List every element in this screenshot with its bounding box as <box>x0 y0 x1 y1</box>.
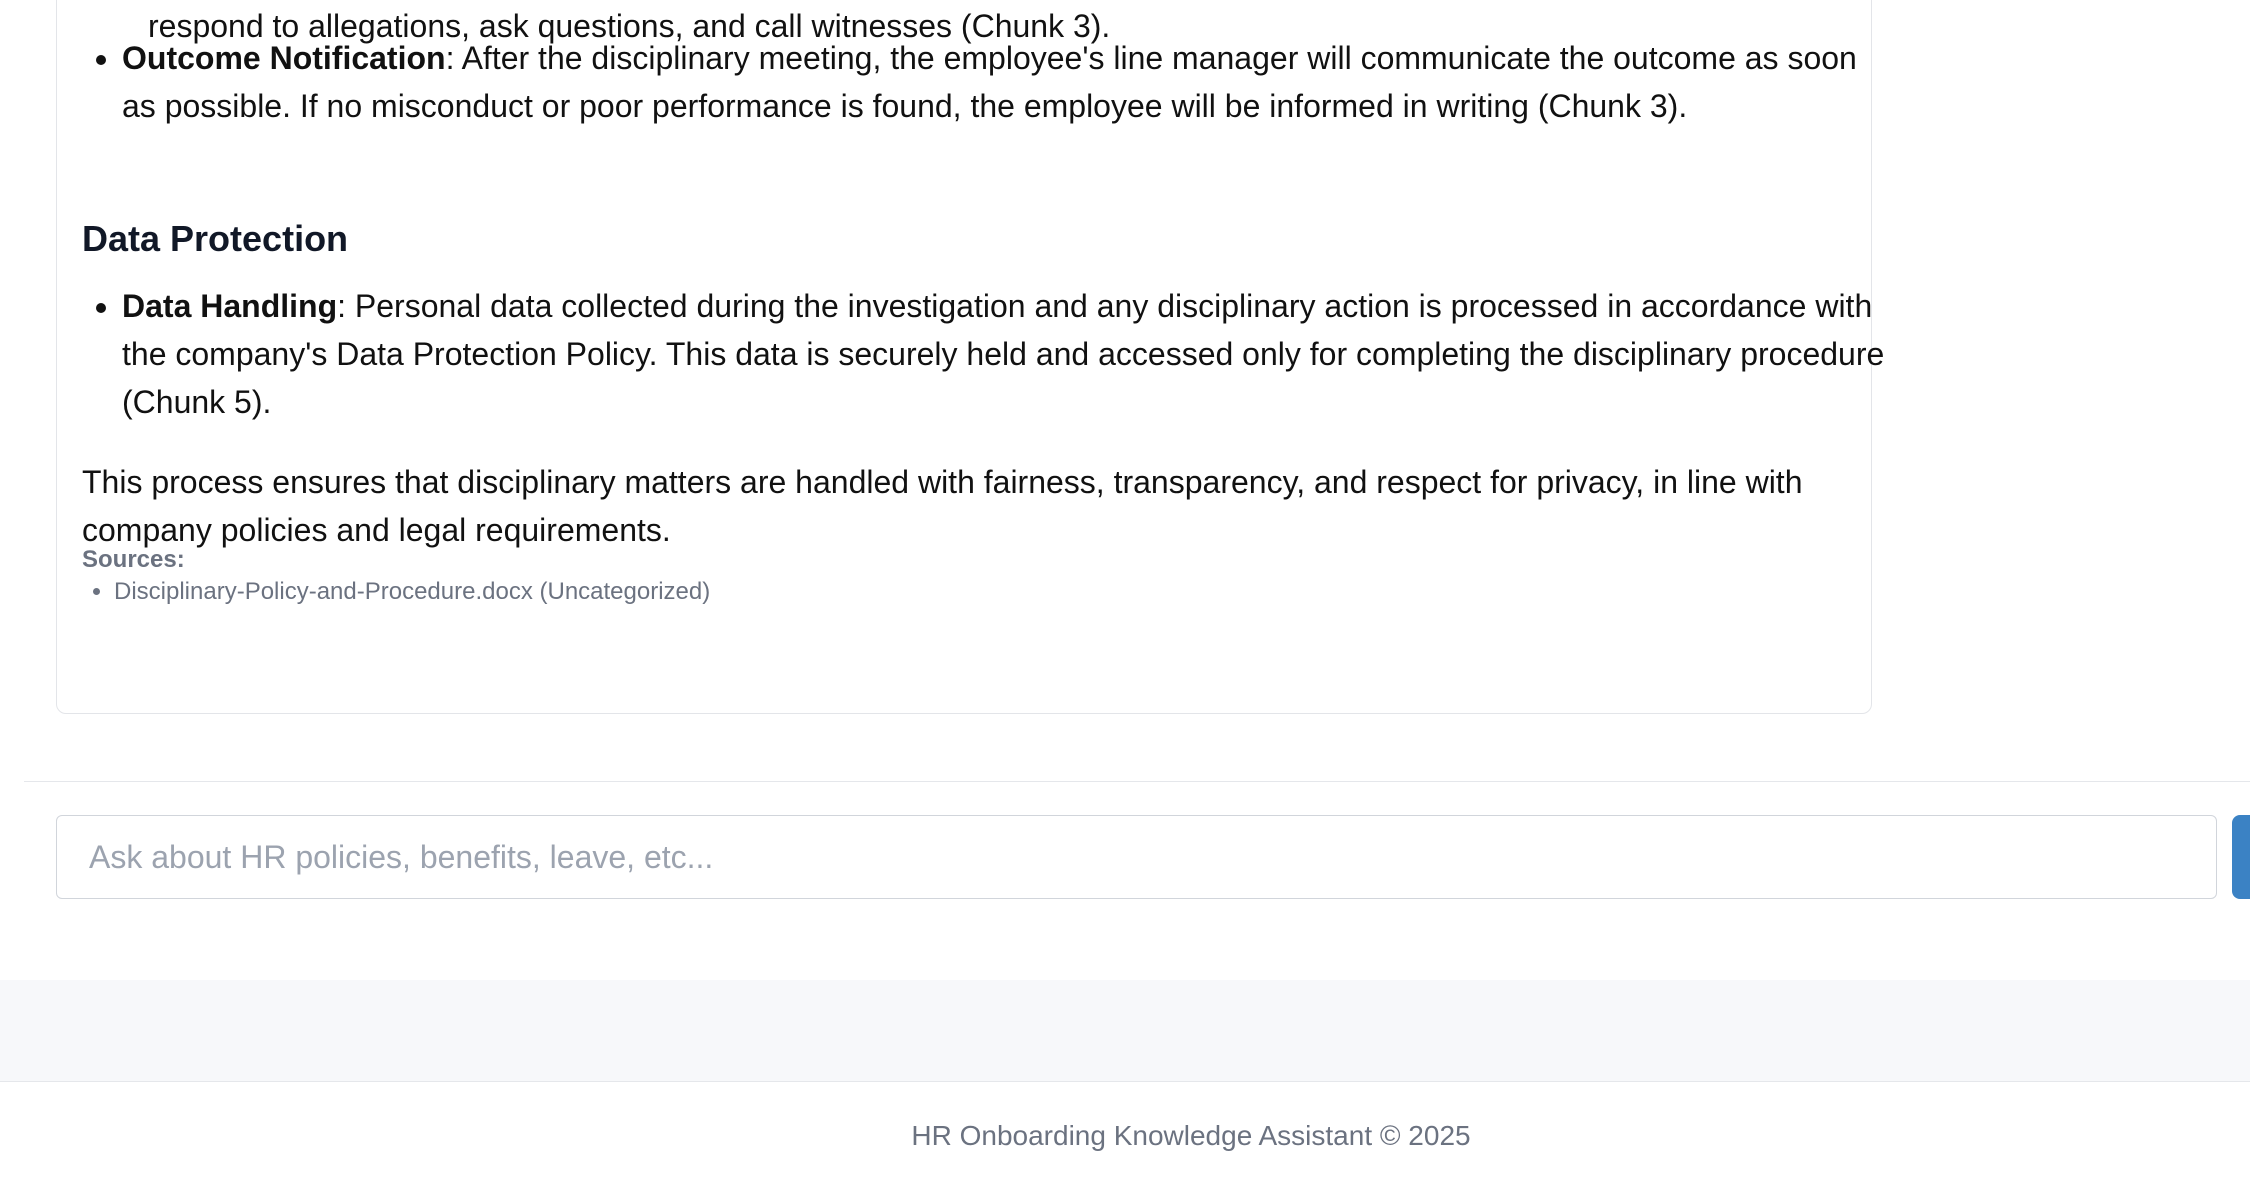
sources-label: Sources: <box>82 546 185 573</box>
data-handling-title: Data Handling <box>122 288 338 324</box>
outcome-list: Outcome Notification: After the discipli… <box>82 34 1892 130</box>
chat-panel: respond to allegations, ask questions, a… <box>0 0 2250 981</box>
data-protection-heading: Data Protection <box>82 218 349 259</box>
sources-list: Disciplinary-Policy-and-Procedure.docx (… <box>82 577 710 607</box>
sources-block: Sources: Disciplinary-Policy-and-Procedu… <box>82 543 710 607</box>
data-handling-text: : Personal data collected during the inv… <box>122 288 1885 420</box>
chat-input[interactable] <box>56 815 2217 899</box>
data-protection-list: Data Handling: Personal data collected d… <box>82 282 1892 426</box>
source-item: Disciplinary-Policy-and-Procedure.docx (… <box>114 577 710 607</box>
list-item: Data Handling: Personal data collected d… <box>122 282 1892 426</box>
page: respond to allegations, ask questions, a… <box>0 0 2250 1186</box>
closing-paragraph: This process ensures that disciplinary m… <box>82 464 1803 548</box>
list-item: Outcome Notification: After the discipli… <box>122 34 1892 130</box>
outcome-title: Outcome Notification <box>122 40 446 76</box>
page-background-band <box>0 980 2250 1082</box>
input-divider <box>24 781 2250 782</box>
assistant-message: respond to allegations, ask questions, a… <box>56 0 1884 714</box>
footer-text: HR Onboarding Knowledge Assistant © 2025 <box>911 1120 1471 1151</box>
send-button[interactable] <box>2232 815 2250 899</box>
footer: HR Onboarding Knowledge Assistant © 2025 <box>0 1082 2250 1186</box>
